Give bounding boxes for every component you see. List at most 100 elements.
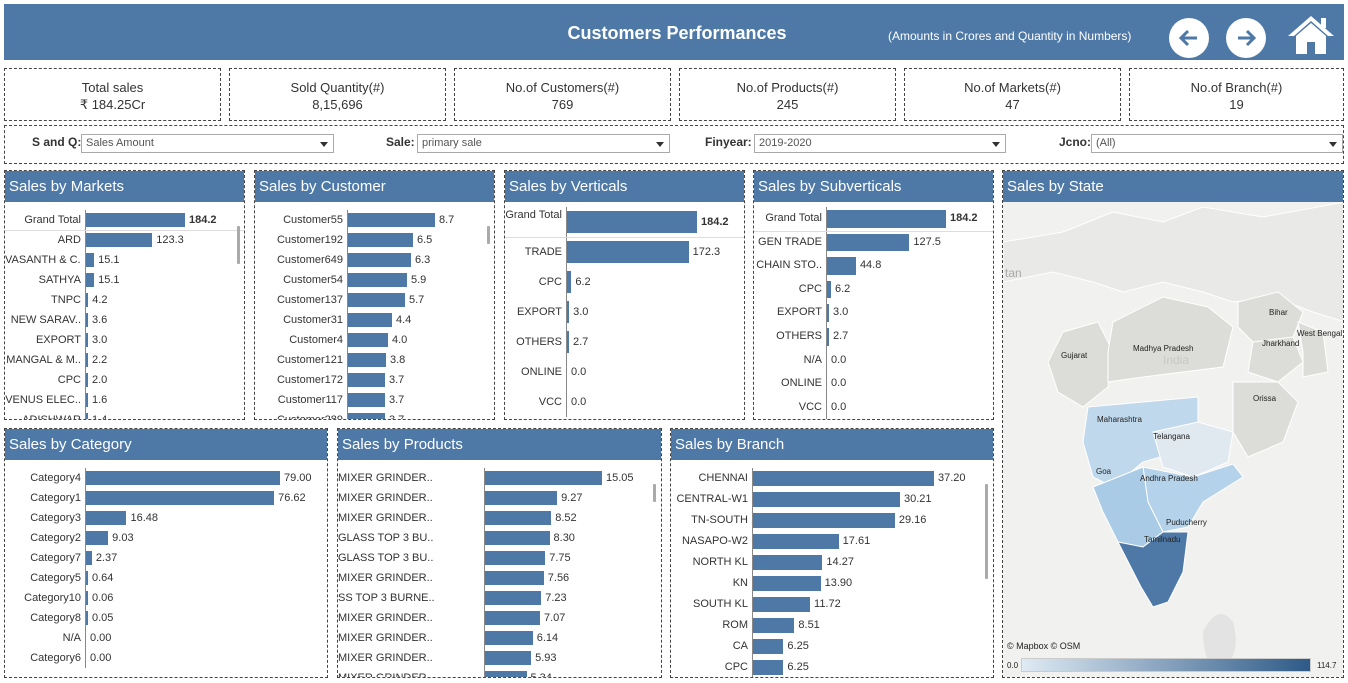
bar-row[interactable]: Customer121 3.8 <box>255 350 494 370</box>
bar[interactable] <box>86 511 127 525</box>
bar[interactable] <box>485 591 542 605</box>
bar[interactable] <box>753 555 823 570</box>
bar[interactable] <box>348 293 405 307</box>
bar[interactable] <box>86 293 89 307</box>
bar[interactable] <box>753 534 839 549</box>
bar-row[interactable]: Category5 0.64 <box>5 568 327 588</box>
bar-row[interactable]: SATHYA 15.1 <box>5 270 244 290</box>
bar-row[interactable]: GLASS TOP 3 BU.. 7.75 <box>338 548 661 568</box>
bar-row[interactable]: MIXER GRINDER.. 5.34 <box>338 668 661 677</box>
bar-row[interactable]: Category3 16.48 <box>5 508 327 528</box>
bar[interactable] <box>86 313 88 327</box>
bar-row[interactable]: ONLINE 0.0 <box>754 372 993 396</box>
bar[interactable] <box>348 373 385 387</box>
bar-row[interactable]: EXPORT 3.0 <box>754 301 993 325</box>
bar[interactable] <box>485 611 540 625</box>
bar-row[interactable]: Grand Total 184.2 <box>505 207 744 237</box>
bar[interactable] <box>567 331 569 353</box>
bar-row[interactable]: VCC 0.0 <box>505 387 744 417</box>
bar-row[interactable]: MIXER GRINDER.. 8.52 <box>338 508 661 528</box>
bar[interactable] <box>86 611 88 625</box>
bar-row[interactable]: Category4 79.00 <box>5 468 327 488</box>
bar[interactable] <box>753 639 784 654</box>
bar-row[interactable]: Customer172 3.7 <box>255 370 494 390</box>
bar[interactable] <box>753 597 811 612</box>
bar-row[interactable]: GEN TRADE 127.5 <box>754 231 993 255</box>
bar-row[interactable]: MIXER GRINDER.. 7.07 <box>338 608 661 628</box>
bar[interactable] <box>86 353 88 367</box>
back-button[interactable] <box>1169 18 1209 58</box>
bar[interactable] <box>567 211 697 233</box>
bar[interactable] <box>753 513 895 528</box>
scrollbar[interactable] <box>237 226 240 264</box>
bar-row[interactable]: Customer649 6.3 <box>255 250 494 270</box>
bar[interactable] <box>348 253 411 267</box>
bar-row[interactable]: TRADE 172.3 <box>505 237 744 267</box>
bar[interactable] <box>827 304 829 322</box>
bar-row[interactable]: Grand Total 184.2 <box>5 210 244 230</box>
bar-row[interactable]: KN 13.90 <box>671 573 993 594</box>
bar-row[interactable]: Category7 2.37 <box>5 548 327 568</box>
bar[interactable] <box>753 576 821 591</box>
filter-dropdown[interactable]: 2019-2020 <box>754 134 1006 153</box>
bar-row[interactable]: Customer137 5.7 <box>255 290 494 310</box>
bar[interactable] <box>485 491 558 505</box>
bar-row[interactable]: CHAIN STO.. 44.8 <box>754 254 993 278</box>
bar-row[interactable]: VASANTH & C.. 15.1 <box>5 250 244 270</box>
bar-row[interactable]: Category10 0.06 <box>5 588 327 608</box>
bar-row[interactable]: CENTRAL-W1 30.21 <box>671 489 993 510</box>
bar-row[interactable]: GLASS TOP 3 BU.. 8.30 <box>338 528 661 548</box>
bar[interactable] <box>86 471 280 485</box>
bar-row[interactable]: Category8 0.05 <box>5 608 327 628</box>
bar-row[interactable]: MANGAL & M.. 2.2 <box>5 350 244 370</box>
bar[interactable] <box>827 210 946 228</box>
bar-row[interactable]: CPC 6.25 <box>671 657 993 677</box>
bar[interactable] <box>86 591 88 605</box>
bar[interactable] <box>567 271 572 293</box>
bar-row[interactable]: ROM 8.51 <box>671 615 993 636</box>
bar-row[interactable]: CPC 6.2 <box>754 278 993 302</box>
bar-row[interactable]: MIXER GRINDER.. 9.27 <box>338 488 661 508</box>
bar-row[interactable]: EXPORT 3.0 <box>505 297 744 327</box>
bar[interactable] <box>86 551 92 565</box>
bar[interactable] <box>348 393 385 407</box>
bar[interactable] <box>86 233 153 247</box>
bar-row[interactable]: Grand Total 184.2 <box>754 207 993 231</box>
bar-row[interactable]: Customer31 4.4 <box>255 310 494 330</box>
filter-dropdown[interactable]: primary sale <box>417 134 670 153</box>
bar-row[interactable]: Category2 9.03 <box>5 528 327 548</box>
bar[interactable] <box>753 471 934 486</box>
bar[interactable] <box>86 213 185 227</box>
bar-row[interactable]: OTHERS 2.7 <box>754 325 993 349</box>
bar-row[interactable]: ADISHWAR 1.4 <box>5 410 244 419</box>
bar-row[interactable]: Customer54 5.9 <box>255 270 494 290</box>
bar-row[interactable]: MIXER GRINDER.. 5.93 <box>338 648 661 668</box>
bar-row[interactable]: TN-SOUTH 29.16 <box>671 510 993 531</box>
bar[interactable] <box>485 531 550 545</box>
bar-row[interactable]: SS TOP 3 BURNE.. 7.23 <box>338 588 661 608</box>
bar[interactable] <box>348 273 407 287</box>
bar[interactable] <box>86 531 109 545</box>
bar[interactable] <box>348 313 392 327</box>
filter-dropdown[interactable]: (All) <box>1091 134 1343 153</box>
bar[interactable] <box>753 492 900 507</box>
bar-row[interactable]: N/A 0.0 <box>754 349 993 373</box>
bar[interactable] <box>86 393 88 407</box>
bar[interactable] <box>827 328 829 346</box>
bar-row[interactable]: OTHERS 2.7 <box>505 327 744 357</box>
bar[interactable] <box>827 257 856 275</box>
bar[interactable] <box>86 373 88 387</box>
forward-button[interactable] <box>1226 18 1266 58</box>
bar[interactable] <box>348 213 435 227</box>
filter-dropdown[interactable]: Sales Amount <box>81 134 334 153</box>
bar[interactable] <box>485 551 546 565</box>
bar[interactable] <box>567 241 689 263</box>
bar-row[interactable]: VENUS ELEC.. 1.6 <box>5 390 244 410</box>
bar[interactable] <box>86 273 95 287</box>
bar[interactable] <box>567 301 570 323</box>
bar[interactable] <box>348 353 386 367</box>
bar-row[interactable]: Category1 76.62 <box>5 488 327 508</box>
bar[interactable] <box>348 333 388 347</box>
bar[interactable] <box>753 618 795 633</box>
bar[interactable] <box>753 660 784 675</box>
